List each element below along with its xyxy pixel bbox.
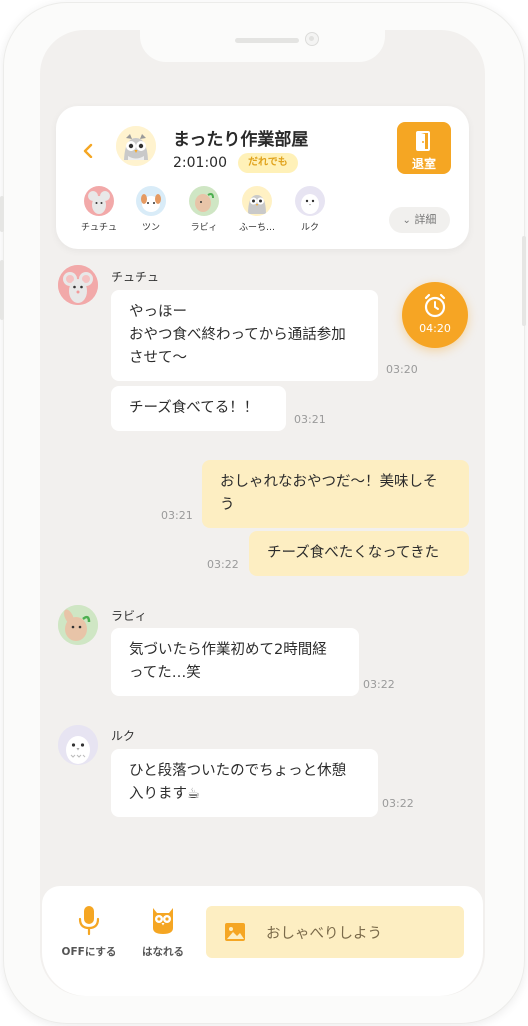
member-item[interactable]: ふーち… <box>232 186 282 233</box>
side-button <box>0 260 4 320</box>
elapsed-time: 2:01:00 <box>173 155 227 171</box>
mouse-avatar[interactable] <box>58 265 98 305</box>
message-bubble: 気づいたら作業初めて2時間経ってた…笑 <box>111 628 359 696</box>
bottom-action-bar: OFFにする はなれる おしゃべりしよう <box>42 886 483 996</box>
dog-avatar <box>136 186 166 216</box>
back-chevron-icon[interactable] <box>82 142 94 158</box>
snowy-owl-avatar <box>295 186 325 216</box>
message-time: 03:21 <box>161 509 193 522</box>
snowy-owl-avatar[interactable] <box>58 725 98 765</box>
side-button <box>522 236 526 326</box>
notch <box>140 30 385 62</box>
member-item[interactable]: ルク <box>285 186 335 233</box>
member-name: ふーち… <box>238 223 275 233</box>
message-bubble: ひと段落ついたのでちょっと休憩入ります☕ <box>111 749 378 817</box>
message-bubble: チーズ食べたくなってきた <box>249 531 469 576</box>
member-item[interactable]: ラビィ <box>179 186 229 233</box>
message-bubble: おしゃれなおやつだ〜！美味しそう <box>202 460 469 528</box>
sender-name: ルク <box>111 729 136 743</box>
message-bubble: やっほー おやつ食べ終わってから通話参加させて〜 <box>111 290 378 381</box>
speaker <box>235 38 299 43</box>
mouse-avatar <box>84 186 114 216</box>
microphone-icon <box>78 906 100 936</box>
sender-name: ラビィ <box>111 609 147 623</box>
message-time: 03:21 <box>294 413 326 426</box>
leave-room-label: 退室 <box>411 157 436 171</box>
pomodoro-timer[interactable]: 04:20 <box>402 282 468 348</box>
message-input-placeholder: おしゃべりしよう <box>266 926 382 942</box>
message-bubble: チーズ食べてる！！ <box>111 386 286 431</box>
member-item[interactable]: チュチュ <box>74 186 124 233</box>
mic-toggle-button[interactable]: OFFにする <box>60 904 118 959</box>
room-owl-avatar <box>116 126 156 166</box>
member-item[interactable]: ツン <box>126 186 176 233</box>
front-camera <box>305 32 319 46</box>
detail-label: 詳細 <box>414 213 437 226</box>
message-time: 03:22 <box>363 678 395 691</box>
chevron-down-icon: ⌄ <box>402 215 411 226</box>
message-input[interactable]: おしゃべりしよう <box>206 906 464 958</box>
room-header: まったり作業部屋 2:01:00 だれでも 退室 チュチュ ツン ラビィ ふーち… <box>56 106 469 249</box>
member-name: チュチュ <box>80 223 117 233</box>
timer-remaining: 04:20 <box>419 322 451 335</box>
sender-name: チュチュ <box>111 270 160 284</box>
detail-button[interactable]: ⌄ 詳細 <box>389 207 450 233</box>
alarm-clock-icon <box>424 293 446 318</box>
message-time: 03:20 <box>386 363 418 376</box>
away-label: はなれる <box>142 946 184 958</box>
member-name: ツン <box>141 223 160 233</box>
owl-icon <box>153 908 173 934</box>
member-name: ルク <box>300 223 319 233</box>
rabbit-avatar[interactable] <box>58 605 98 645</box>
owl-avatar <box>242 186 272 216</box>
rabbit-avatar <box>189 186 219 216</box>
away-button[interactable]: はなれる <box>134 904 192 959</box>
room-type-badge: だれでも <box>238 153 298 173</box>
door-icon <box>416 131 430 151</box>
image-icon <box>225 923 245 941</box>
mic-toggle-label: OFFにする <box>61 946 117 958</box>
message-time: 03:22 <box>207 558 239 571</box>
side-button <box>0 196 4 232</box>
room-title: まったり作業部屋 <box>173 130 309 150</box>
message-time: 03:22 <box>382 797 414 810</box>
leave-room-button[interactable]: 退室 <box>397 122 451 174</box>
member-name: ラビィ <box>190 223 218 233</box>
